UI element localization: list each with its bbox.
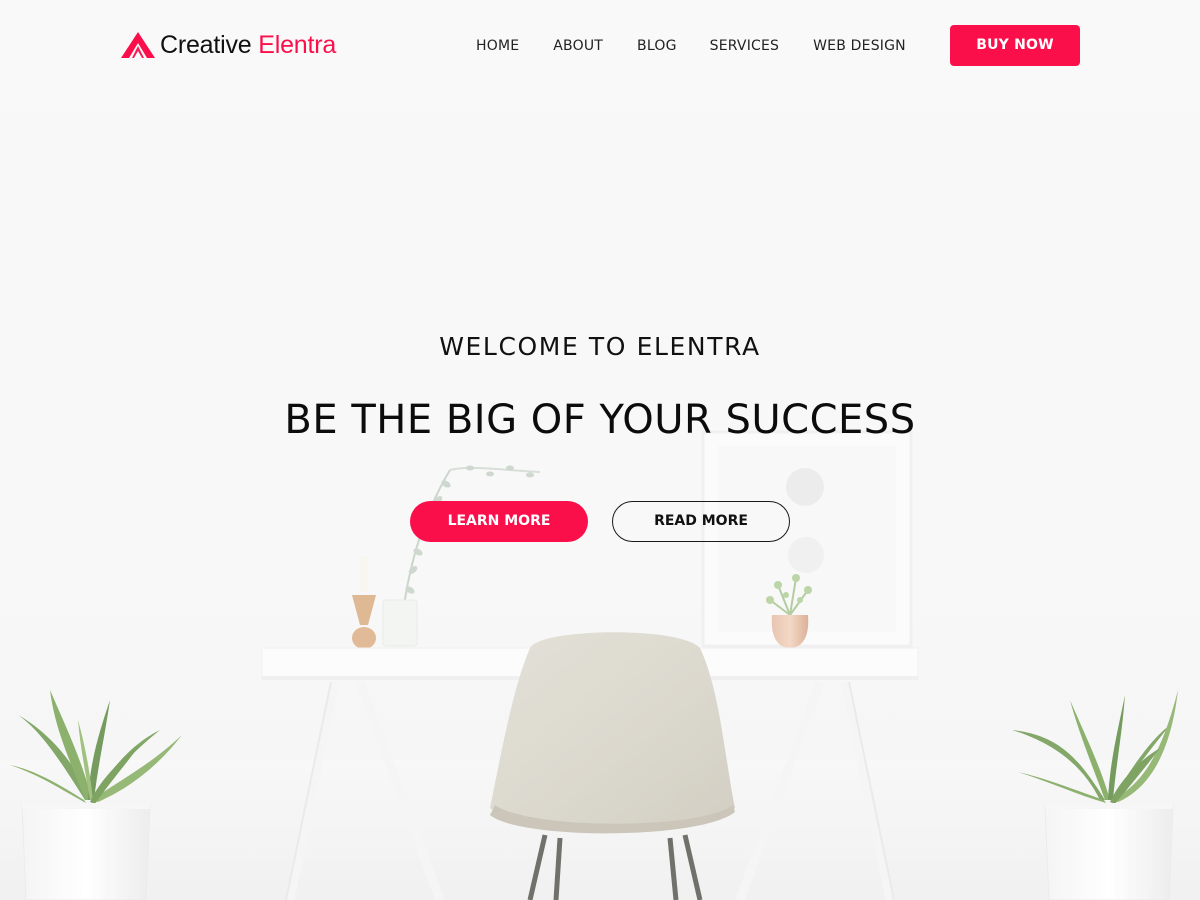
hero-background-image (0, 0, 1200, 900)
logo-text-primary: Creative (160, 31, 252, 59)
logo-text: Creative Elentra (160, 30, 336, 60)
nav-item-web-design[interactable]: WEB DESIGN (813, 36, 906, 56)
buy-now-button[interactable]: BUY NOW (950, 25, 1080, 66)
page: Creative Elentra HOME ABOUT BLOG SERVICE… (0, 0, 1200, 900)
learn-more-button[interactable]: LEARN MORE (410, 501, 588, 542)
main-nav: HOME ABOUT BLOG SERVICES WEB DESIGN (476, 36, 906, 56)
nav-item-home[interactable]: HOME (476, 36, 519, 56)
triangle-logo-icon (121, 32, 155, 58)
site-logo[interactable]: Creative Elentra (120, 30, 336, 60)
nav-item-blog[interactable]: BLOG (637, 36, 677, 56)
hero-title: BE THE BIG OF YOUR SUCCESS (284, 397, 916, 443)
site-header: Creative Elentra HOME ABOUT BLOG SERVICE… (0, 0, 1200, 90)
hero-subtitle: WELCOME TO ELENTRA (439, 332, 761, 361)
read-more-button[interactable]: READ MORE (612, 501, 790, 542)
nav-item-services[interactable]: SERVICES (710, 36, 780, 56)
logo-text-accent: Elentra (258, 31, 337, 59)
nav-item-about[interactable]: ABOUT (553, 36, 603, 56)
